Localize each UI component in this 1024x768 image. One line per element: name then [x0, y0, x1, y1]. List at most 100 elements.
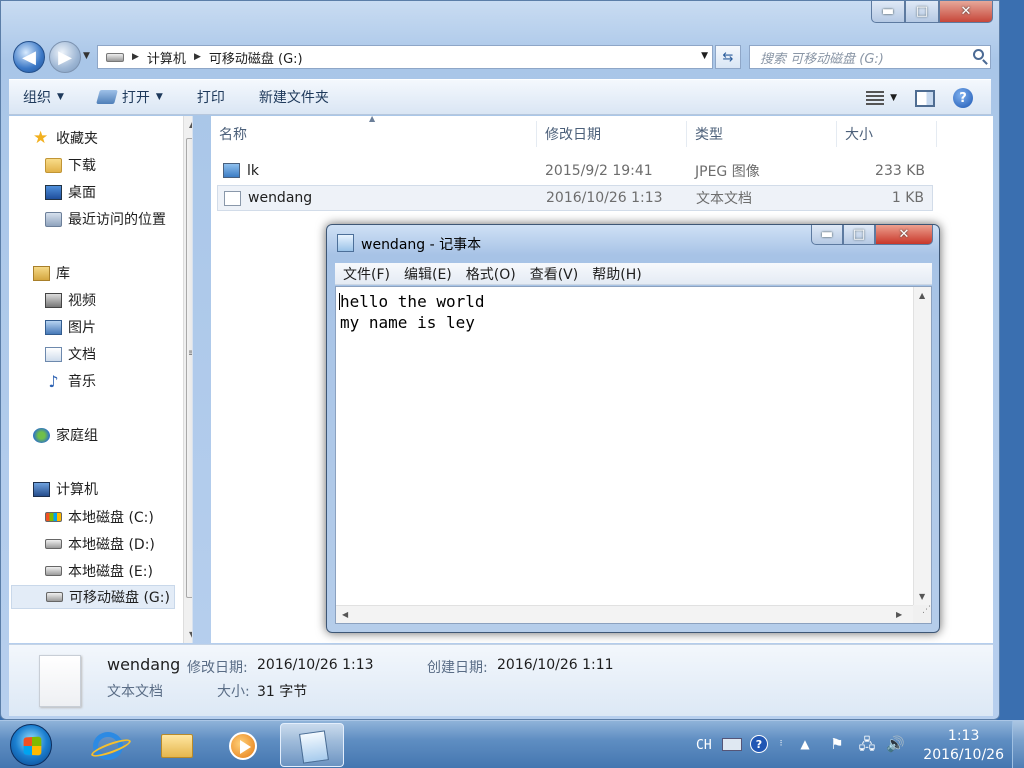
taskbar-media-player[interactable]: [210, 723, 274, 767]
drive-icon: [106, 52, 124, 62]
language-indicator[interactable]: CH: [696, 721, 712, 768]
scroll-up-icon[interactable]: ▲: [189, 120, 192, 129]
minimize-button[interactable]: ▬: [871, 1, 905, 23]
nav-label: 库: [56, 266, 70, 282]
scroll-up-icon[interactable]: ▲: [919, 291, 925, 300]
view-dropdown-icon[interactable]: ▼: [890, 93, 897, 103]
breadcrumb-drive-g[interactable]: 可移动磁盘 (G:): [209, 48, 303, 67]
file-row-lk[interactable]: lk 2015/9/2 19:41 JPEG 图像 233 KB: [217, 158, 933, 184]
search-icon[interactable]: [973, 49, 984, 60]
preview-pane-icon[interactable]: [915, 89, 935, 107]
nav-item-desktop[interactable]: 桌面: [45, 180, 96, 204]
nav-item-videos[interactable]: 视频: [45, 288, 96, 312]
resize-grip-icon[interactable]: ⋰: [913, 605, 931, 623]
taskbar-windows-explorer[interactable]: [142, 723, 206, 767]
scroll-down-icon[interactable]: ▼: [189, 630, 192, 639]
scroll-right-icon[interactable]: ▶: [896, 610, 902, 619]
nav-label: 视频: [68, 293, 96, 309]
ime-options-icon[interactable]: ⁝: [772, 735, 790, 753]
help-icon[interactable]: ?: [953, 88, 973, 108]
address-dropdown-icon[interactable]: ▼: [701, 51, 708, 61]
search-input[interactable]: 搜索 可移动磁盘 (G:): [749, 45, 991, 69]
nav-label: 本地磁盘 (D:): [68, 537, 155, 553]
forward-button[interactable]: ▶: [49, 41, 81, 73]
nav-item-pictures[interactable]: 图片: [45, 315, 96, 339]
nav-item-recent-places[interactable]: 最近访问的位置: [45, 207, 166, 231]
maximize-button[interactable]: □: [905, 1, 939, 23]
show-desktop-button[interactable]: [1012, 721, 1024, 768]
notepad-close-button[interactable]: ✕: [875, 225, 933, 245]
open-button[interactable]: 打开 ▼: [96, 87, 163, 107]
volume-icon[interactable]: 🔊: [886, 735, 905, 753]
nav-favorites[interactable]: ★ 收藏夹: [33, 126, 98, 150]
change-view-icon[interactable]: [866, 91, 885, 105]
nav-item-documents[interactable]: 文档: [45, 342, 96, 366]
nav-item-drive-d[interactable]: 本地磁盘 (D:): [45, 532, 155, 556]
show-hidden-icons-icon[interactable]: ▲: [796, 735, 814, 753]
nav-computer[interactable]: 计算机: [33, 477, 98, 501]
taskbar-notepad[interactable]: [280, 723, 344, 767]
nav-item-music[interactable]: ♪ 音乐: [45, 369, 96, 393]
menu-format[interactable]: 格式(O): [466, 264, 516, 284]
refresh-button[interactable]: ⇆: [715, 45, 741, 69]
help-icon[interactable]: ?: [750, 735, 768, 753]
address-bar[interactable]: ▶ 计算机 ▶ 可移动磁盘 (G:) ▼: [97, 45, 713, 69]
homegroup-icon: [33, 427, 50, 443]
file-name: wendang: [248, 190, 313, 206]
notepad-minimize-button[interactable]: ▬: [811, 225, 843, 245]
search-placeholder: 搜索 可移动磁盘 (G:): [760, 51, 884, 67]
chevron-right-icon[interactable]: ▶: [194, 52, 201, 62]
column-label: 类型: [695, 127, 723, 143]
notepad-vertical-scrollbar[interactable]: ▲ ▼: [913, 287, 931, 605]
notepad-text-area[interactable]: hello the world my name is ley ▲ ▼ ◀ ▶ ⋰: [335, 286, 932, 624]
menu-file[interactable]: 文件(F): [343, 264, 390, 284]
chevron-right-icon[interactable]: ▶: [132, 52, 139, 62]
organize-button[interactable]: 组织 ▼: [23, 87, 64, 107]
column-header-type[interactable]: 类型: [687, 121, 837, 147]
column-header-size[interactable]: 大小: [837, 121, 937, 147]
file-row-wendang[interactable]: wendang 2016/10/26 1:13 文本文档 1 KB: [217, 185, 933, 211]
breadcrumb-computer[interactable]: 计算机: [147, 48, 186, 67]
network-icon[interactable]: 🖧: [858, 735, 876, 753]
nav-libraries[interactable]: 库: [33, 261, 70, 285]
system-clock[interactable]: 1:13 2016/10/26: [923, 727, 1004, 765]
column-header-modified[interactable]: 修改日期: [537, 121, 687, 147]
nav-label: 可移动磁盘 (G:): [69, 590, 170, 606]
details-created-value: 2016/10/26 1:11: [497, 657, 614, 673]
scroll-thumb[interactable]: [186, 138, 192, 598]
column-header-name[interactable]: 名称: [211, 121, 537, 147]
navigation-pane: ★ 收藏夹 下载 桌面 最近访问的位置 库 视频 图片 文档 ♪ 音乐 家庭组 …: [9, 116, 193, 643]
nav-label: 本地磁盘 (C:): [68, 510, 154, 526]
menu-help[interactable]: 帮助(H): [592, 264, 641, 284]
menu-view[interactable]: 查看(V): [530, 264, 579, 284]
file-modified: 2016/10/26 1:13: [546, 190, 663, 206]
scroll-left-icon[interactable]: ◀: [342, 610, 348, 619]
keyboard-icon[interactable]: [722, 738, 742, 751]
new-folder-button[interactable]: 新建文件夹: [259, 87, 329, 107]
nav-homegroup[interactable]: 家庭组: [33, 423, 98, 447]
nav-label: 收藏夹: [56, 131, 98, 147]
start-button[interactable]: [10, 724, 52, 766]
column-label: 大小: [845, 127, 873, 143]
arrow-right-icon: ▶: [58, 46, 72, 68]
notepad-content[interactable]: hello the world my name is ley: [340, 291, 485, 333]
scroll-down-icon[interactable]: ▼: [919, 592, 925, 601]
action-center-flag-icon[interactable]: ⚑: [828, 735, 846, 753]
arrow-left-icon: ◀: [22, 46, 36, 68]
chevron-down-icon[interactable]: ▼: [156, 92, 163, 102]
text-document-icon: [224, 191, 241, 206]
nav-item-drive-c[interactable]: 本地磁盘 (C:): [45, 505, 154, 529]
media-player-icon: [229, 732, 257, 760]
close-button[interactable]: ✕: [939, 1, 993, 23]
print-button[interactable]: 打印: [197, 87, 225, 107]
notepad-horizontal-scrollbar[interactable]: ◀ ▶: [336, 605, 913, 623]
taskbar-internet-explorer[interactable]: [74, 723, 138, 767]
nav-item-drive-g[interactable]: 可移动磁盘 (G:): [11, 585, 175, 609]
recent-pages-dropdown[interactable]: ▼: [83, 51, 90, 61]
menu-edit[interactable]: 编辑(E): [404, 264, 452, 284]
back-button[interactable]: ◀: [13, 41, 45, 73]
notepad-maximize-button[interactable]: □: [843, 225, 875, 245]
nav-scrollbar[interactable]: ▲ ≡ ▼: [183, 116, 192, 643]
nav-item-downloads[interactable]: 下载: [45, 153, 96, 177]
nav-item-drive-e[interactable]: 本地磁盘 (E:): [45, 559, 153, 583]
